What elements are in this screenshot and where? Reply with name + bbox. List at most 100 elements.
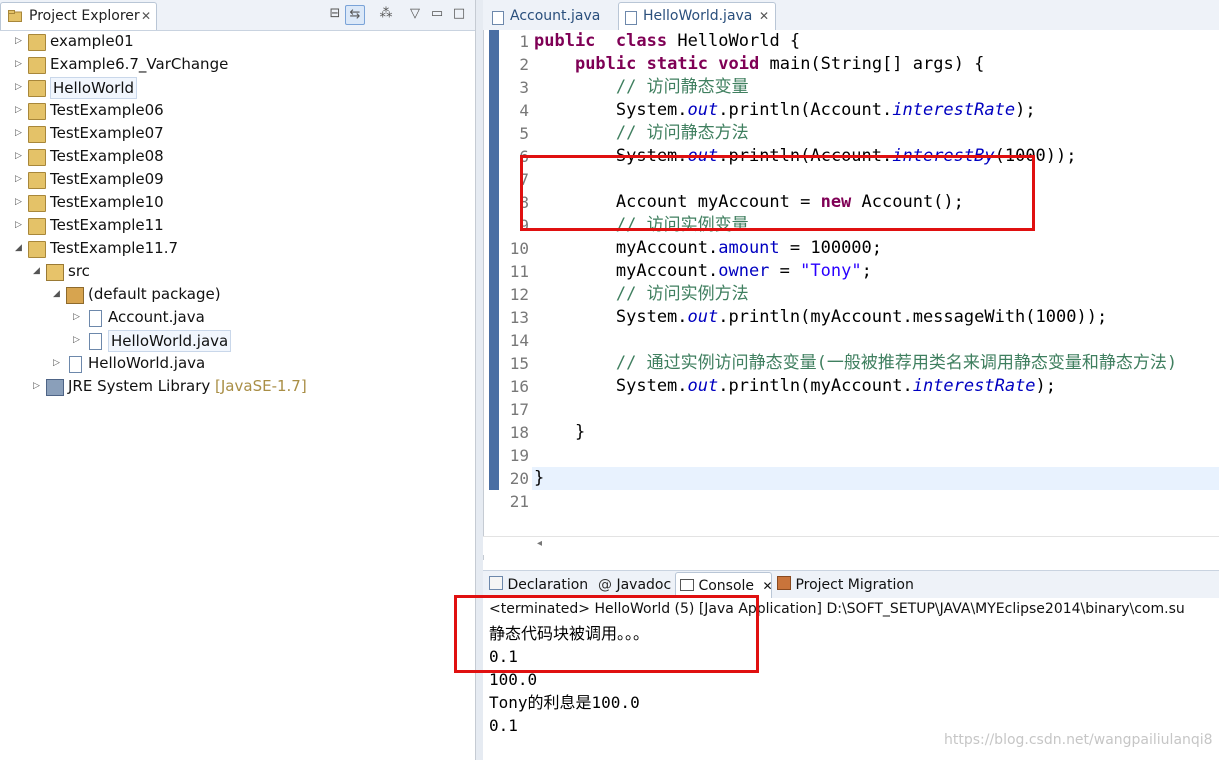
expanded-arrow-icon[interactable]: ◢	[15, 237, 25, 260]
code-line[interactable]: // 访问静态方法	[534, 122, 749, 145]
project-icon	[28, 57, 46, 74]
collapsed-arrow-icon[interactable]: ▷	[73, 306, 83, 329]
close-icon[interactable]: ✕	[759, 3, 769, 30]
expanded-arrow-icon[interactable]: ◢	[53, 283, 63, 306]
collapsed-arrow-icon[interactable]: ▷	[15, 168, 25, 191]
code-line[interactable]: // 通过实例访问静态变量(一般被推荐用类名来调用静态变量和静态方法)	[534, 352, 1177, 375]
code-token: );	[1035, 376, 1057, 396]
collapsed-arrow-icon[interactable]: ▷	[33, 375, 43, 398]
label-text: HelloWorld.java	[111, 332, 229, 350]
minimize-icon[interactable]: ▭	[428, 5, 446, 23]
collapsed-arrow-icon[interactable]: ▷	[15, 99, 25, 122]
close-icon[interactable]: ✕	[762, 579, 772, 593]
view-menu-icon[interactable]: ▽	[406, 5, 424, 23]
tree-item-label: TestExample06	[50, 99, 164, 122]
java-file-icon	[492, 11, 504, 25]
editor-tabbar: Account.java HelloWorld.java ✕	[483, 0, 1219, 31]
label-text: JRE System Library	[68, 377, 211, 395]
link-editor-icon[interactable]: ⇆	[345, 5, 365, 25]
project-explorer-icon	[8, 10, 22, 22]
line-number: 11	[499, 260, 529, 283]
code-token: public	[574, 54, 637, 74]
editor-gutter: 1 2 3 4 5 6 7 8 9 10 11 12 13 14 15 16 17 18 19 20 21	[489, 30, 531, 513]
console-line: 0.1	[489, 716, 518, 735]
tab-label: Project Migration	[795, 577, 914, 593]
collapsed-arrow-icon[interactable]: ▷	[15, 145, 25, 168]
collapsed-arrow-icon[interactable]: ▷	[15, 76, 25, 99]
tab-account-java[interactable]: Account.java	[485, 2, 617, 31]
code-token: System.	[534, 100, 688, 120]
code-editor[interactable]: 1 2 3 4 5 6 7 8 9 10 11 12 13 14 15 16 17 18 19 20 21 public…	[483, 30, 1219, 560]
library-decoration: [JavaSE-1.7]	[215, 377, 307, 395]
code-line[interactable]: public static void main(String[] args) {	[534, 53, 984, 76]
code-line[interactable]: }	[534, 467, 544, 490]
code-line[interactable]: System.out.println(Account.interestRate)…	[534, 99, 1036, 122]
project-icon	[28, 80, 46, 97]
code-line[interactable]: }	[534, 421, 585, 444]
tree-item-label: TestExample10	[50, 191, 164, 214]
tab-project-explorer[interactable]: Project Explorer ✕	[0, 2, 157, 30]
code-token: System.	[534, 307, 688, 327]
code-line[interactable]: myAccount.amount = 100000;	[534, 237, 882, 260]
tab-label: Console	[698, 578, 755, 594]
line-number: 1	[499, 30, 529, 53]
console-icon	[680, 579, 694, 591]
label-text: TestExample10	[50, 193, 164, 211]
tab-project-migration[interactable]: Project Migration	[777, 572, 914, 598]
filter-icon[interactable]: ⁂	[377, 5, 395, 23]
tree-item-label: TestExample09	[50, 168, 164, 191]
collapsed-arrow-icon[interactable]: ▷	[15, 53, 25, 76]
tree-item-label: Example6.7_VarChange	[50, 53, 228, 76]
collapsed-arrow-icon[interactable]: ▷	[15, 214, 25, 237]
line-number: 5	[499, 122, 529, 145]
code-token: // 访问静态变量	[615, 77, 749, 97]
label-text: TestExample08	[50, 147, 164, 165]
maximize-icon[interactable]: □	[450, 5, 468, 23]
current-line-highlight	[532, 467, 1219, 490]
collapse-all-icon[interactable]: ⊟	[326, 5, 344, 23]
line-number: 20	[499, 467, 529, 490]
file-icon	[69, 356, 82, 373]
code-token: HelloWorld {	[667, 31, 801, 51]
java-file-icon	[625, 11, 637, 25]
library-icon	[46, 379, 64, 396]
code-token: out	[687, 307, 719, 327]
line-number: 21	[499, 490, 529, 513]
code-token: = 100000;	[779, 238, 883, 258]
expanded-arrow-icon[interactable]: ◢	[33, 260, 43, 283]
ruler-bar	[489, 30, 499, 490]
line-number: 15	[499, 352, 529, 375]
editor-horizontal-scrollbar[interactable]: ◂	[483, 536, 1219, 555]
close-icon[interactable]: ✕	[141, 3, 151, 30]
project-icon	[28, 195, 46, 212]
collapsed-arrow-icon[interactable]: ▷	[73, 329, 83, 352]
collapsed-arrow-icon[interactable]: ▷	[15, 30, 25, 53]
scroll-left-icon[interactable]: ◂	[537, 538, 542, 549]
code-line[interactable]: System.out.println(myAccount.messageWith…	[534, 306, 1107, 329]
code-line[interactable]: // 访问静态变量	[534, 76, 749, 99]
tree-item-label: HelloWorld	[50, 77, 138, 99]
tree-item-label: TestExample07	[50, 122, 164, 145]
tree-item-label: TestExample08	[50, 145, 164, 168]
collapsed-arrow-icon[interactable]: ▷	[15, 191, 25, 214]
tab-helloworld-java[interactable]: HelloWorld.java ✕	[618, 2, 776, 30]
collapsed-arrow-icon[interactable]: ▷	[15, 122, 25, 145]
console-highlight-box	[454, 595, 759, 673]
project-icon	[28, 172, 46, 189]
code-token: );	[1015, 100, 1036, 120]
code-line[interactable]: System.out.println(myAccount.interestRat…	[534, 375, 1056, 398]
code-line[interactable]: myAccount.owner = "Tony";	[534, 260, 872, 283]
collapsed-arrow-icon[interactable]: ▷	[53, 352, 63, 375]
tree-item-label: HelloWorld.java	[88, 352, 205, 375]
code-line[interactable]: // 访问实例方法	[534, 283, 749, 306]
code-line[interactable]: public class HelloWorld {	[534, 30, 800, 53]
package-icon	[66, 287, 84, 304]
tab-label: HelloWorld.java	[643, 8, 753, 24]
line-number: 13	[499, 306, 529, 329]
